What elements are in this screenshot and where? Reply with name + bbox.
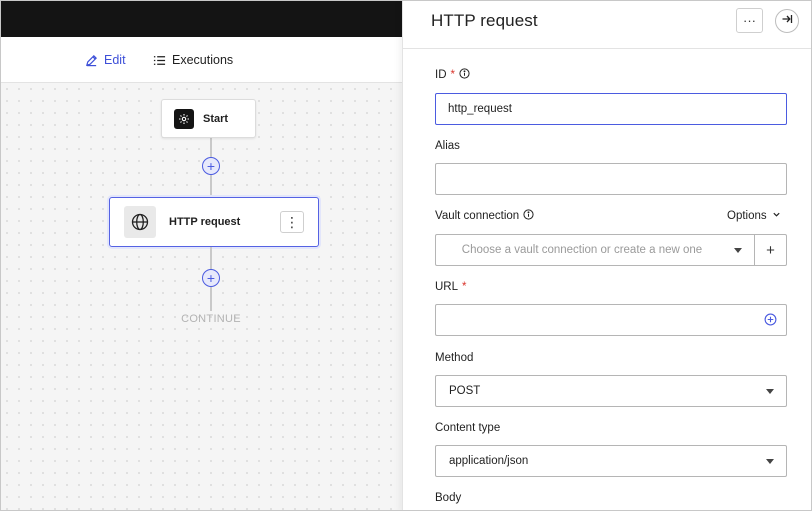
arrow-to-right-icon [781, 12, 793, 30]
content-type-label-text: Content type [435, 422, 501, 434]
options-toggle[interactable]: Options [727, 210, 781, 222]
vault-placeholder: Choose a vault connection or create a ne… [461, 244, 703, 256]
add-variable-icon[interactable] [764, 313, 777, 331]
method-label-text: Method [435, 352, 474, 364]
url-label-text: URL [435, 281, 459, 293]
url-field [435, 304, 787, 336]
collapse-panel-button[interactable] [775, 9, 799, 33]
chevron-down-icon [772, 210, 781, 222]
add-vault-connection-button[interactable]: + [754, 234, 787, 266]
alias-input[interactable] [435, 163, 787, 195]
http-node-label: HTTP request [169, 216, 241, 228]
method-select[interactable]: POST [435, 375, 787, 407]
method-value: POST [449, 385, 481, 397]
alias-label: Alias [435, 140, 460, 152]
add-step-button[interactable]: + [202, 269, 220, 287]
info-icon[interactable] [523, 209, 534, 223]
step-config-panel: HTTP request ··· ID * http_request Alias… [402, 1, 811, 510]
edit-tab-label: Edit [104, 53, 126, 67]
start-node-label: Start [203, 112, 229, 125]
method-label: Method [435, 352, 473, 364]
executions-tab[interactable]: Executions [153, 51, 233, 69]
top-bar [1, 1, 402, 37]
panel-header: HTTP request ··· [403, 1, 811, 49]
workflow-canvas[interactable]: + Start HTTP request ⋮ + CONTINUE [1, 83, 402, 510]
body-label-text: Body [435, 492, 462, 504]
more-dots-icon: ··· [743, 13, 756, 28]
connector-line [210, 175, 212, 197]
content-type-value: application/json [449, 455, 529, 467]
vault-connection-select[interactable]: Choose a vault connection or create a ne… [435, 234, 755, 266]
alias-label-text: Alias [435, 140, 460, 152]
caret-down-icon [766, 388, 774, 394]
id-input[interactable] [435, 93, 787, 125]
globe-icon [124, 206, 156, 238]
panel-title: HTTP request [431, 11, 538, 30]
content-type-select[interactable]: application/json [435, 445, 787, 477]
content-type-label: Content type [435, 422, 500, 434]
required-mark: * [450, 69, 455, 81]
http-request-node[interactable]: HTTP request ⋮ [109, 197, 319, 247]
caret-down-icon [734, 247, 742, 253]
plus-icon: + [206, 158, 216, 174]
start-node[interactable]: Start [161, 99, 256, 138]
vault-connection-label: Vault connection [435, 209, 534, 223]
connector-line [210, 247, 212, 269]
vault-label-text: Vault connection [435, 210, 520, 222]
gear-icon [174, 108, 194, 129]
url-input[interactable] [435, 304, 787, 336]
edit-tab[interactable]: Edit [85, 51, 126, 69]
info-icon[interactable] [459, 68, 470, 82]
body-label: Body [435, 492, 461, 504]
options-label: Options [727, 210, 767, 222]
node-menu-button[interactable]: ⋮ [280, 211, 304, 233]
required-mark: * [462, 281, 467, 293]
id-label-text: ID [435, 69, 447, 81]
list-icon [153, 54, 166, 67]
add-step-button[interactable]: + [202, 157, 220, 175]
app-frame: Edit Executions + Start HTTP request ⋮ +… [0, 0, 812, 511]
connector-line [210, 287, 212, 311]
editor-subnav: Edit Executions [1, 37, 402, 83]
url-label: URL * [435, 281, 467, 293]
continue-label: CONTINUE [181, 313, 241, 325]
panel-more-button[interactable]: ··· [736, 8, 763, 33]
pencil-icon [85, 54, 98, 67]
executions-tab-label: Executions [172, 53, 234, 67]
id-label: ID * [435, 68, 470, 82]
caret-down-icon [766, 458, 774, 464]
vertical-dots-icon: ⋮ [285, 214, 299, 230]
plus-icon: + [766, 241, 775, 259]
plus-icon: + [206, 270, 216, 286]
